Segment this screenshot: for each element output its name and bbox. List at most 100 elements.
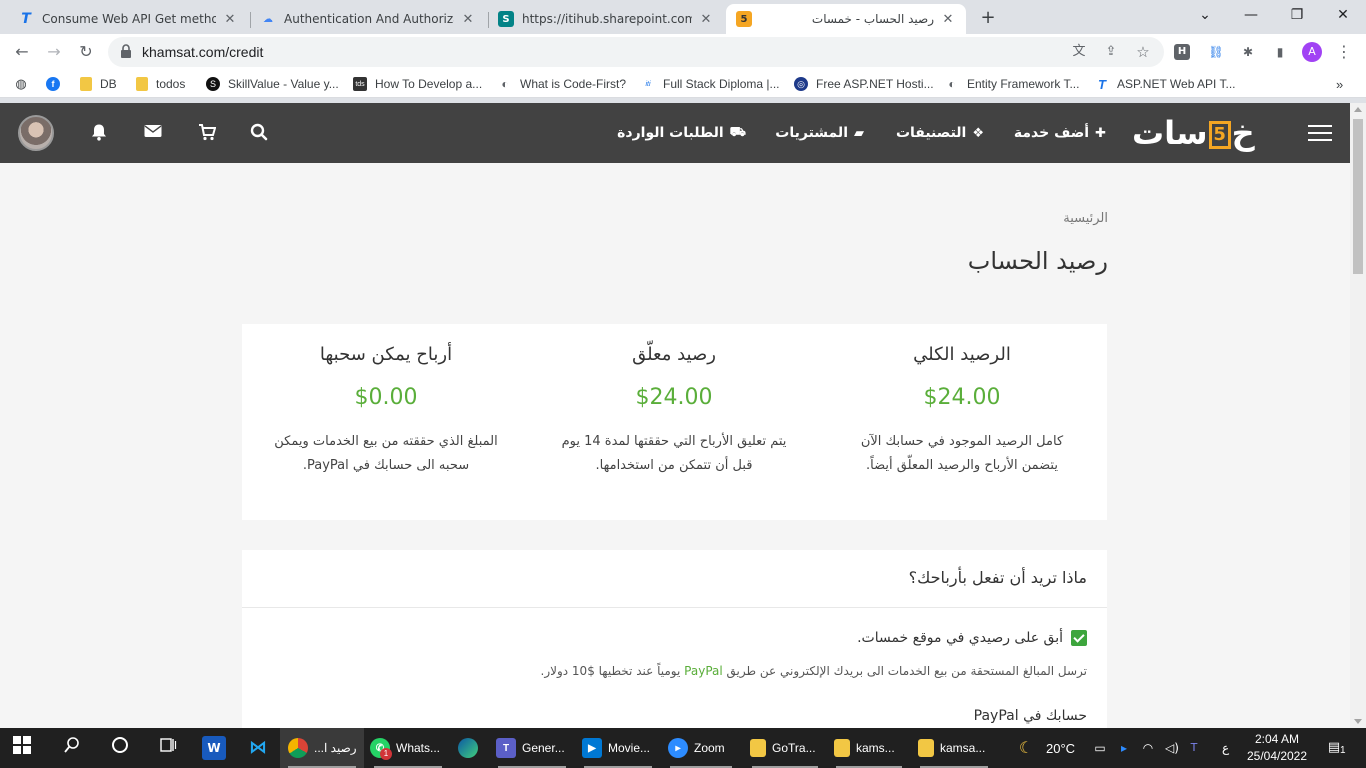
minimize-button[interactable]: — bbox=[1228, 0, 1274, 30]
extensions-puzzle-icon[interactable]: ✱ bbox=[1238, 42, 1258, 62]
bookmark-globe[interactable]: ◍ bbox=[14, 75, 36, 93]
browser-tab-4-active[interactable]: 5 رصيد الحساب - خمسات ✕ bbox=[726, 4, 966, 34]
user-avatar[interactable] bbox=[18, 115, 54, 151]
forward-arrow-icon[interactable]: → bbox=[42, 40, 66, 64]
word-icon[interactable]: W bbox=[202, 736, 226, 760]
taskbar-app-whatsapp[interactable]: ✆ Whats... 1 bbox=[366, 728, 450, 768]
site-header: خ5سات ✚ أضف خدمة ❖ التصنيفات ▰ المشتريات ⛟ ا… bbox=[0, 103, 1350, 163]
taskbar-app-chrome[interactable]: رصيد ا... bbox=[280, 728, 364, 768]
new-tab-button[interactable]: + bbox=[976, 6, 1000, 30]
browser-tab-3[interactable]: S https://itihub.sharepoint.com/sit ✕ bbox=[488, 4, 724, 34]
taskbar-folder-kams[interactable]: kams... bbox=[828, 728, 910, 768]
profile-avatar[interactable]: A bbox=[1302, 42, 1322, 62]
taskbar-app-zoom[interactable]: ▸ Zoom bbox=[662, 728, 740, 768]
scrollbar-thumb[interactable] bbox=[1353, 119, 1363, 274]
zoom-tray-icon[interactable]: ▸ bbox=[1112, 736, 1136, 760]
bookmark-tds[interactable]: tds How To Develop a... bbox=[353, 75, 482, 93]
paypal-link[interactable]: PayPal bbox=[684, 664, 723, 678]
facebook-icon: f bbox=[46, 77, 60, 91]
search-icon[interactable] bbox=[248, 123, 270, 143]
total-balance: الرصيد الكلي $24.00 كامل الرصيد الموجود … bbox=[818, 324, 1106, 520]
menu-kebab-icon[interactable]: ⋮ bbox=[1334, 42, 1354, 62]
bookmark-skillvalue[interactable]: S SkillValue - Value y... bbox=[206, 75, 339, 93]
bookmark-asphosting[interactable]: ◎ Free ASP.NET Hosti... bbox=[794, 75, 934, 93]
option-description: ترسل المبالغ المستحقة من بيع الخدمات الى… bbox=[540, 664, 1087, 678]
codefirst-icon: ◐ bbox=[501, 77, 509, 91]
vscode-icon[interactable]: ⋈ bbox=[246, 736, 270, 760]
folder-icon bbox=[750, 739, 766, 757]
bookmark-entityframework[interactable]: ◐ Entity Framework T... bbox=[945, 75, 1079, 93]
address-bar[interactable]: khamsat.com/credit 文 ⇪ ☆ bbox=[108, 37, 1164, 67]
search-icon[interactable] bbox=[60, 736, 84, 760]
edge-icon bbox=[458, 738, 478, 758]
zoom-camera-icon: ▸ bbox=[668, 738, 688, 758]
volume-icon[interactable]: ◁) bbox=[1160, 736, 1184, 760]
scroll-up-arrow-icon[interactable] bbox=[1354, 107, 1362, 112]
nav-add-service[interactable]: ✚ أضف خدمة bbox=[1014, 123, 1106, 143]
taskbar-app-teams[interactable]: T Gener... bbox=[490, 728, 574, 768]
scroll-down-arrow-icon[interactable] bbox=[1354, 719, 1362, 724]
weather-temp[interactable]: 20°C bbox=[1046, 741, 1075, 756]
bookmark-aspnetwebapi[interactable]: T ASP.NET Web API T... bbox=[1095, 75, 1236, 93]
taskbar-app-movies[interactable]: ▶ Movie... bbox=[576, 728, 660, 768]
windows-taskbar: W ⋈ رصيد ا... ✆ Whats... 1 T Gener... ▶ … bbox=[0, 728, 1366, 768]
cart-icon[interactable] bbox=[196, 123, 218, 143]
translate-icon[interactable]: 文 bbox=[1070, 43, 1088, 61]
clock-date[interactable]: 25/04/2022 bbox=[1244, 749, 1310, 763]
task-view-icon[interactable] bbox=[156, 736, 180, 760]
extension-h-icon[interactable]: H bbox=[1174, 44, 1190, 60]
reload-icon[interactable]: ↻ bbox=[74, 40, 98, 64]
input-language[interactable]: ع bbox=[1222, 741, 1229, 755]
windows-start-icon[interactable] bbox=[10, 736, 34, 760]
moon-weather-icon[interactable]: ☾ bbox=[1014, 736, 1038, 760]
clock-time[interactable]: 2:04 AM bbox=[1244, 732, 1310, 746]
folder-icon bbox=[834, 739, 850, 757]
bookmark-facebook[interactable]: f bbox=[46, 75, 68, 93]
khamsat-logo[interactable]: خ5سات bbox=[1132, 115, 1255, 151]
balance-amount: $0.00 bbox=[354, 385, 418, 410]
browser-tab-2[interactable]: ☁ Authentication And Authorizatio ✕ bbox=[250, 4, 486, 34]
nav-purchases[interactable]: ▰ المشتريات bbox=[775, 123, 864, 143]
close-window-button[interactable]: ✕ bbox=[1320, 0, 1366, 30]
page-scrollbar[interactable] bbox=[1350, 103, 1366, 728]
teams-tray-icon[interactable]: T bbox=[1182, 736, 1206, 760]
balance-amount: $24.00 bbox=[923, 385, 1001, 410]
back-arrow-icon[interactable]: ← bbox=[10, 40, 34, 64]
nav-incoming-orders[interactable]: ⛟ الطلبات الواردة bbox=[617, 123, 746, 143]
keep-balance-option[interactable]: أبق على رصيدي في موقع خمسات. bbox=[857, 630, 1087, 646]
tutorials-icon: T bbox=[1098, 76, 1106, 92]
share-icon[interactable]: ⇪ bbox=[1102, 43, 1120, 61]
wifi-icon[interactable]: ◠ bbox=[1136, 736, 1160, 760]
hamburger-menu-icon[interactable] bbox=[1308, 125, 1332, 141]
extension-network-icon[interactable]: ⛓ bbox=[1206, 42, 1226, 62]
bookmark-folder-db[interactable]: DB bbox=[80, 75, 117, 93]
bookmark-star-icon[interactable]: ☆ bbox=[1134, 43, 1152, 61]
maximize-button[interactable]: ❐ bbox=[1274, 0, 1320, 30]
bookmark-iti[interactable]: iti Full Stack Diploma |... bbox=[641, 75, 779, 93]
nav-categories[interactable]: ❖ التصنيفات bbox=[896, 123, 984, 143]
bookmark-label: ASP.NET Web API T... bbox=[1117, 77, 1236, 91]
breadcrumb[interactable]: الرئيسية bbox=[1063, 211, 1108, 226]
teams-icon: T bbox=[496, 738, 516, 758]
cortana-icon[interactable] bbox=[108, 736, 132, 760]
bookmark-codefirst[interactable]: ◐ What is Code-First? bbox=[498, 75, 626, 93]
checked-checkbox[interactable] bbox=[1071, 630, 1087, 646]
tab-search-icon[interactable]: ⌄ bbox=[1182, 0, 1228, 30]
bookmark-label: Free ASP.NET Hosti... bbox=[816, 77, 934, 91]
bookmarks-overflow-icon[interactable]: » bbox=[1336, 75, 1343, 93]
browser-tab-1[interactable]: T Consume Web API Get method i ✕ bbox=[8, 4, 248, 34]
close-icon[interactable]: ✕ bbox=[698, 12, 714, 27]
taskbar-folder-kamsa[interactable]: kamsa... bbox=[912, 728, 996, 768]
balance-description: المبلغ الذي حققته من بيع الخدمات ويمكن س… bbox=[274, 434, 498, 473]
battery-icon[interactable]: ▭ bbox=[1088, 736, 1112, 760]
bookmark-folder-todos[interactable]: todos bbox=[136, 75, 185, 93]
bell-icon[interactable] bbox=[88, 123, 110, 143]
taskbar-folder-gotra[interactable]: GoTra... bbox=[744, 728, 826, 768]
side-panel-icon[interactable]: ▮ bbox=[1270, 42, 1290, 62]
taskbar-app-edge[interactable] bbox=[452, 728, 488, 768]
envelope-icon[interactable] bbox=[142, 123, 164, 143]
balance-title: رصيد معلّق bbox=[632, 344, 716, 365]
close-icon[interactable]: ✕ bbox=[460, 12, 476, 27]
close-icon[interactable]: ✕ bbox=[940, 12, 956, 27]
close-icon[interactable]: ✕ bbox=[222, 12, 238, 27]
